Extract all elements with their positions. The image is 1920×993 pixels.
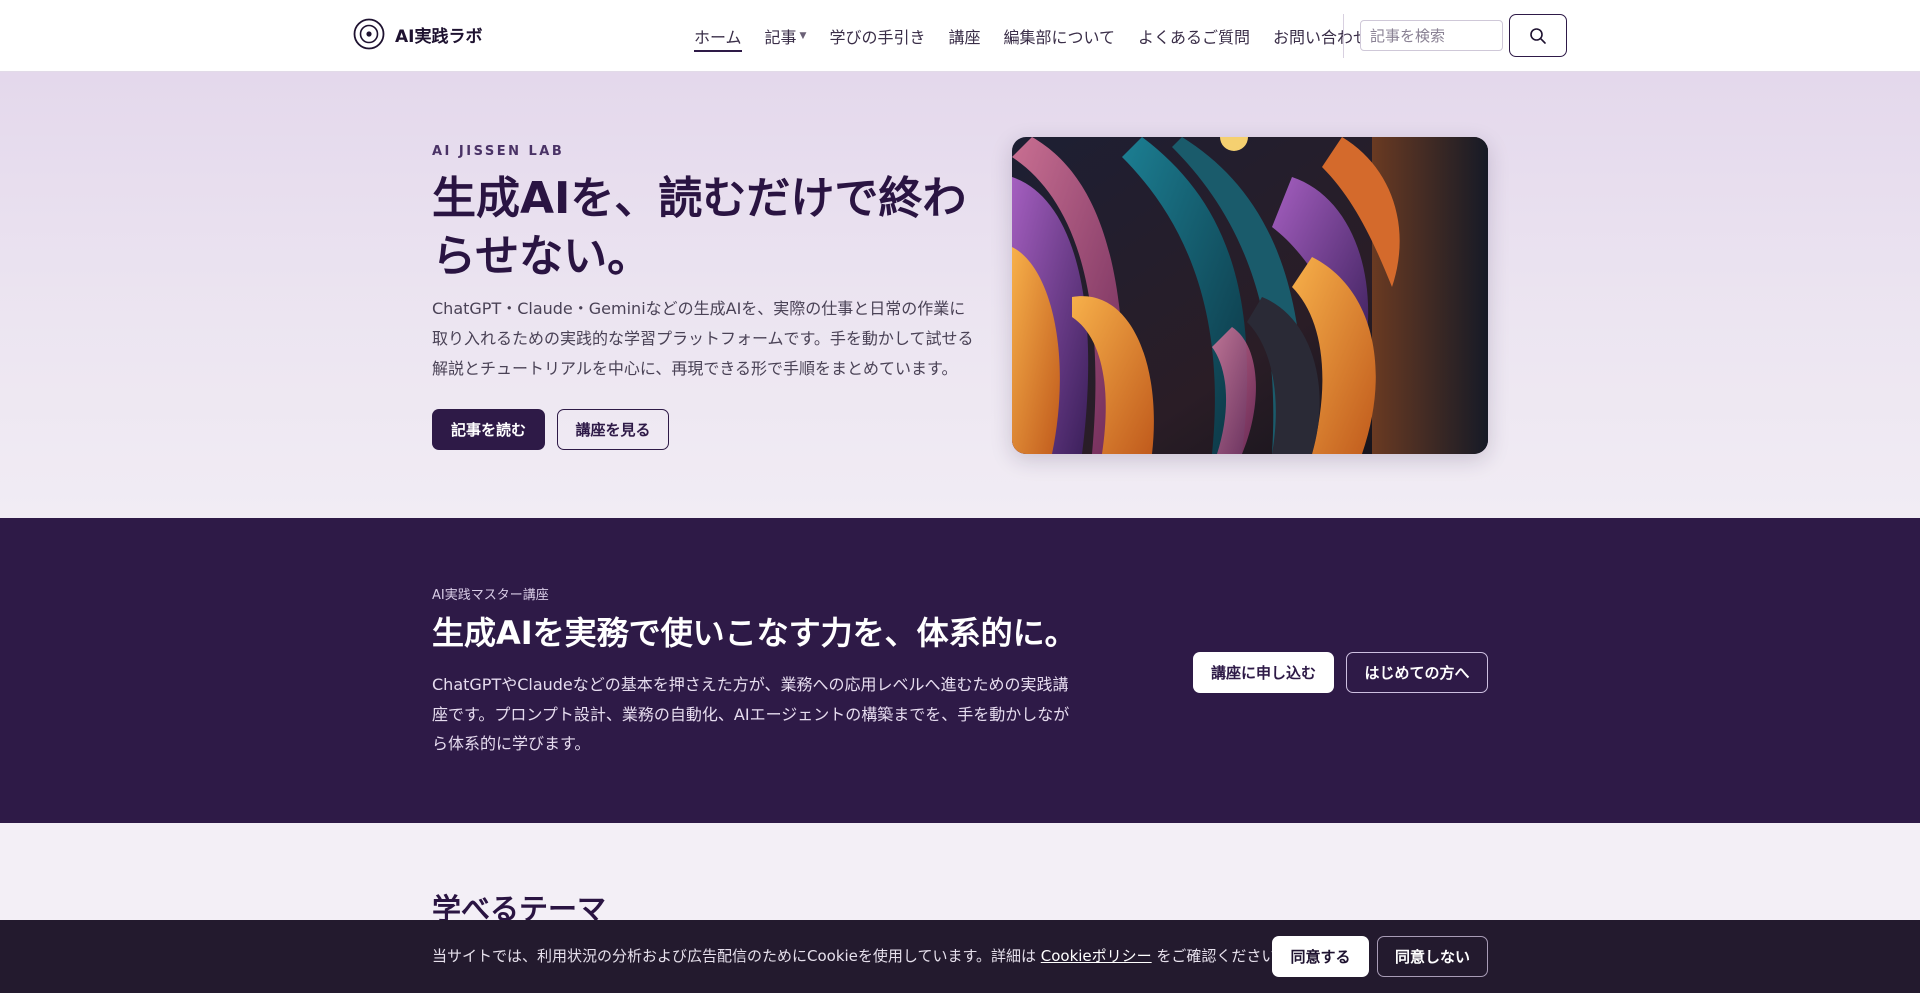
site-header: AI実践ラボ ホーム 記事 ▼ 学びの手引き 講座 編集部について よくあるご質問… bbox=[0, 0, 1920, 72]
hero-image bbox=[1012, 137, 1488, 454]
nav-item-label: 記事 bbox=[764, 28, 797, 47]
brand[interactable]: AI実践ラボ bbox=[353, 18, 482, 50]
course-title: 生成AIを実務で使いこなす力を、体系的に。 bbox=[432, 614, 1077, 652]
apply-course-button[interactable]: 講座に申し込む bbox=[1193, 652, 1334, 693]
cookie-text: 当サイトでは、利用状況の分析および広告配信のためにCookieを使用しています。… bbox=[432, 945, 1291, 966]
nav-item-about[interactable]: 編集部について bbox=[1004, 0, 1116, 72]
hero-description: ChatGPT・Claude・Geminiなどの生成AIを、実際の仕事と日常の作… bbox=[432, 299, 974, 378]
chevron-down-icon: ▼ bbox=[799, 31, 807, 41]
beginner-guide-button[interactable]: はじめての方へ bbox=[1346, 652, 1488, 693]
nav-item-label: よくあるご質問 bbox=[1138, 28, 1251, 47]
target-circle-icon bbox=[353, 18, 385, 50]
course-eyebrow: AI実践マスター講座 bbox=[432, 588, 549, 603]
hero-section: AI JISSEN LAB 生成AIを、読むだけで終わらせない。 ChatGPT… bbox=[0, 72, 1920, 518]
search-icon bbox=[1530, 27, 1546, 44]
nav-item-contact[interactable]: お問い合わせ bbox=[1273, 0, 1369, 72]
nav-item-label: お問い合わせ bbox=[1273, 28, 1370, 47]
search-button[interactable] bbox=[1509, 14, 1567, 57]
nav-item-faq[interactable]: よくあるご質問 bbox=[1138, 0, 1250, 72]
hero-eyebrow: AI JISSEN LAB bbox=[432, 144, 565, 159]
abstract-art-image bbox=[1012, 137, 1488, 454]
cookie-text-before: 当サイトでは、利用状況の分析および広告配信のためにCookieを使用しています。… bbox=[432, 947, 1041, 965]
nav-item-label: ホーム bbox=[694, 28, 742, 47]
brand-name: AI実践ラボ bbox=[395, 26, 483, 47]
nav-item-home[interactable]: ホーム bbox=[694, 0, 742, 72]
nav-item-courses[interactable]: 講座 bbox=[948, 0, 980, 72]
nav-item-guide[interactable]: 学びの手引き bbox=[829, 0, 925, 72]
course-section: AI実践マスター講座 生成AIを実務で使いこなす力を、体系的に。 ChatGPT… bbox=[0, 518, 1920, 823]
nav-item-label: 学びの手引き bbox=[829, 28, 926, 47]
search-input[interactable] bbox=[1360, 20, 1503, 51]
cookie-banner: 当サイトでは、利用状況の分析および広告配信のためにCookieを使用しています。… bbox=[0, 920, 1920, 993]
view-courses-button[interactable]: 講座を見る bbox=[557, 409, 669, 450]
cookie-policy-link[interactable]: Cookieポリシー bbox=[1041, 947, 1152, 965]
nav-divider bbox=[1343, 14, 1344, 58]
hero-title: 生成AIを、読むだけで終わらせない。 bbox=[432, 173, 967, 282]
nav-item-label: 講座 bbox=[948, 28, 981, 47]
cookie-accept-button[interactable]: 同意する bbox=[1272, 936, 1369, 977]
nav-item-articles[interactable]: 記事 ▼ bbox=[765, 0, 807, 72]
read-articles-button[interactable]: 記事を読む bbox=[432, 409, 545, 450]
main-nav: ホーム 記事 ▼ 学びの手引き 講座 編集部について よくあるご質問 お問い合わせ bbox=[694, 0, 1369, 72]
course-description: ChatGPTやClaudeなどの基本を押さえた方が、業務への応用レベルへ進むた… bbox=[432, 675, 1070, 753]
cookie-text-after: をご確認ください。 bbox=[1151, 947, 1292, 965]
nav-item-label: 編集部について bbox=[1003, 28, 1116, 47]
cookie-decline-button[interactable]: 同意しない bbox=[1377, 936, 1488, 977]
